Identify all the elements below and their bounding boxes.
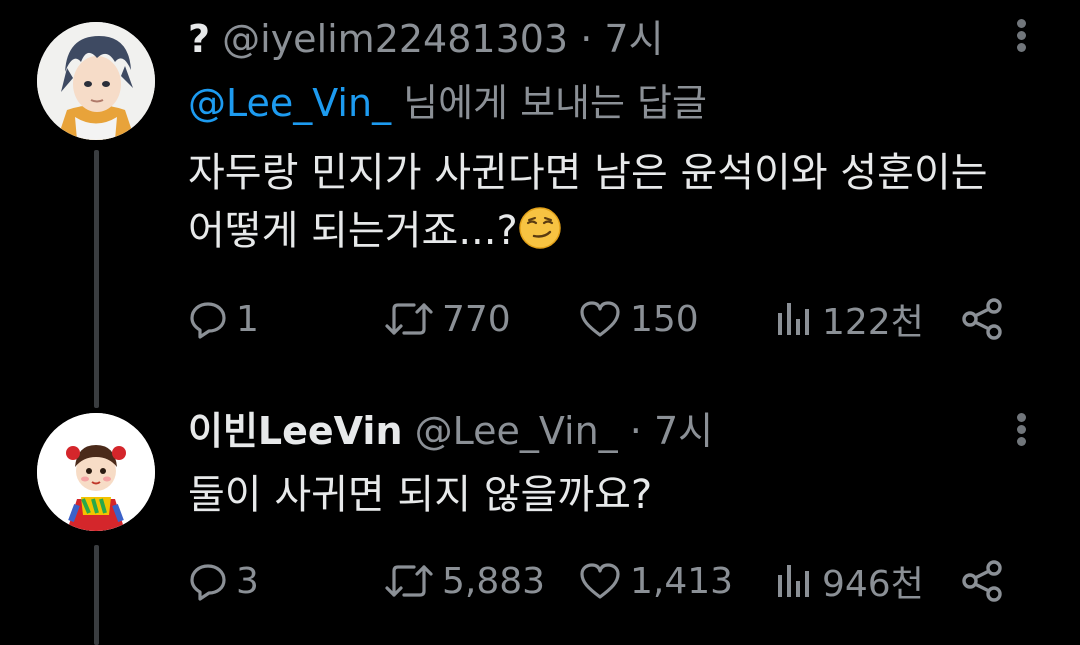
share-button[interactable] (960, 556, 1004, 606)
tweet-reply-1[interactable]: ? @iyelim22481303 · 7시 @Lee_Vin_ 님에게 보내는… (0, 0, 1080, 400)
smirking-face-emoji-icon (518, 207, 561, 249)
display-name[interactable]: ? (188, 17, 210, 61)
retweet-count: 770 (442, 298, 511, 340)
mention-link[interactable]: @Lee_Vin_ (188, 81, 391, 125)
timestamp[interactable]: 7시 (654, 409, 713, 453)
tweet-actions: 1 770 150 122천 (188, 294, 1018, 344)
tweet-text-line: 자두랑 민지가 사귄다면 남은 윤석이와 성훈이는 (188, 150, 988, 196)
user-handle[interactable]: @Lee_Vin_ (415, 409, 618, 453)
share-icon (962, 560, 1002, 602)
retweet-button[interactable]: 5,883 (384, 556, 545, 606)
retweet-icon (385, 303, 433, 335)
like-count: 1,413 (630, 560, 734, 602)
replying-to: @Lee_Vin_ 님에게 보내는 답글 (188, 80, 707, 126)
heart-icon (580, 563, 620, 599)
heart-icon (580, 301, 620, 337)
share-icon (962, 298, 1002, 340)
share-button[interactable] (960, 294, 1004, 344)
separator-dot: · (580, 17, 593, 61)
tweet-header: 이빈LeeVin @Lee_Vin_ · 7시 (188, 408, 713, 454)
tweet-header: ? @iyelim22481303 · 7시 (188, 16, 664, 62)
views-count: 122천 (822, 302, 924, 343)
separator-dot: · (629, 409, 642, 453)
reply-button[interactable]: 3 (188, 556, 259, 606)
retweet-button[interactable]: 770 (384, 294, 511, 344)
tweet-text: 자두랑 민지가 사귄다면 남은 윤석이와 성훈이는 어떻게 되는거죠...? (188, 144, 1058, 260)
reply-icon (190, 302, 226, 339)
views-button[interactable]: 122천 (774, 294, 924, 344)
tweet-actions: 3 5,883 1,413 946천 (188, 556, 1018, 606)
views-button[interactable]: 946천 (774, 556, 924, 606)
tweet-text-line: 어떻게 되는거죠...? (188, 208, 518, 254)
more-options-icon[interactable] (1006, 16, 1036, 60)
tweet-reply-2[interactable]: 이빈LeeVin @Lee_Vin_ · 7시 둘이 사귀면 되지 않을까요? … (0, 400, 1080, 645)
avatar[interactable] (37, 413, 155, 531)
reply-button[interactable]: 1 (188, 294, 259, 344)
like-count: 150 (630, 298, 699, 340)
like-button[interactable]: 1,413 (578, 556, 733, 606)
reply-count: 3 (236, 560, 259, 602)
reply-count: 1 (236, 298, 259, 340)
like-button[interactable]: 150 (578, 294, 699, 344)
retweet-count: 5,883 (442, 560, 546, 602)
replying-to-suffix: 님에게 보내는 답글 (391, 81, 707, 125)
avatar[interactable] (37, 22, 155, 140)
views-count: 946천 (822, 564, 924, 605)
timestamp[interactable]: 7시 (604, 17, 663, 61)
views-chart-icon (778, 303, 809, 335)
display-name[interactable]: 이빈LeeVin (188, 409, 403, 453)
reply-icon (190, 564, 226, 601)
tweet-text-line: 둘이 사귀면 되지 않을까요? (188, 472, 653, 518)
user-handle[interactable]: @iyelim22481303 (222, 17, 568, 61)
views-chart-icon (778, 565, 809, 597)
retweet-icon (385, 565, 433, 597)
more-options-icon[interactable] (1006, 410, 1036, 454)
tweet-text: 둘이 사귀면 되지 않을까요? (188, 466, 1058, 524)
